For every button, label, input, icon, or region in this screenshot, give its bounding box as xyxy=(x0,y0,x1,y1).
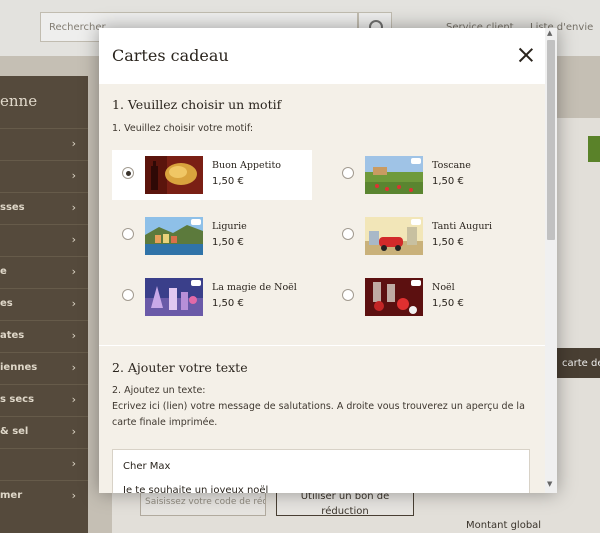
motif-name: La magie de Noël xyxy=(212,282,297,293)
motif-price: 1,50 € xyxy=(212,176,244,187)
gift-card-modal: Cartes cadeau ▲ ▼ 1. Veuillez choisir un… xyxy=(99,28,557,493)
motif-option-toscane[interactable]: Toscane 1,50 € xyxy=(332,150,532,200)
motif-name: Buon Appetito xyxy=(212,160,281,171)
motif-option-noel[interactable]: Noël 1,50 € xyxy=(332,272,532,322)
scroll-up-icon[interactable]: ▲ xyxy=(547,29,552,37)
motif-name: Noël xyxy=(432,282,455,293)
motif-thumbnail xyxy=(365,156,423,194)
section-text-subtitle: 2. Ajoutez un texte: xyxy=(112,385,206,396)
scrollbar-thumb[interactable] xyxy=(547,40,555,240)
motif-thumbnail xyxy=(145,217,203,255)
motif-option-ligurie[interactable]: Ligurie 1,50 € xyxy=(112,211,312,261)
message-textarea[interactable]: Cher Max Je te souhaite un joyeux noël xyxy=(112,449,530,493)
message-line: Cher Max xyxy=(123,461,171,472)
message-line: Je te souhaite un joyeux noël xyxy=(123,485,269,493)
motif-thumbnail xyxy=(145,278,203,316)
motif-radio[interactable] xyxy=(122,228,134,240)
motif-radio[interactable] xyxy=(122,289,134,301)
motif-radio[interactable] xyxy=(342,228,354,240)
motif-radio[interactable] xyxy=(342,289,354,301)
motif-radio[interactable] xyxy=(342,167,354,179)
motif-price: 1,50 € xyxy=(212,237,244,248)
motif-name: Toscane xyxy=(432,160,471,171)
section-text-description: Ecrivez ici (lien) votre message de salu… xyxy=(112,401,525,428)
motif-radio[interactable] xyxy=(122,167,134,179)
section-divider xyxy=(99,345,545,346)
motif-price: 1,50 € xyxy=(432,237,464,248)
motif-option-la-magie-de-noel[interactable]: La magie de Noël 1,50 € xyxy=(112,272,312,322)
section-text-title: 2. Ajouter votre texte xyxy=(112,360,248,375)
scroll-down-icon[interactable]: ▼ xyxy=(547,480,552,488)
motif-price: 1,50 € xyxy=(212,298,244,309)
motif-price: 1,50 € xyxy=(432,176,464,187)
motif-thumbnail xyxy=(145,156,203,194)
motif-name: Ligurie xyxy=(212,221,247,232)
motif-option-tanti-auguri[interactable]: Tanti Auguri 1,50 € xyxy=(332,211,532,261)
modal-title: Cartes cadeau xyxy=(112,46,229,65)
motif-thumbnail xyxy=(365,217,423,255)
section-motif-subtitle: 1. Veuillez choisir votre motif: xyxy=(112,123,254,134)
close-icon[interactable] xyxy=(516,45,536,65)
motif-price: 1,50 € xyxy=(432,298,464,309)
motif-option-buon-appetito[interactable]: Buon Appetito 1,50 € xyxy=(112,150,312,200)
modal-header: Cartes cadeau xyxy=(99,28,545,84)
motif-name: Tanti Auguri xyxy=(432,221,493,232)
modal-scrollbar[interactable]: ▲ ▼ xyxy=(545,28,557,493)
section-motif-title: 1. Veuillez choisir un motif xyxy=(112,97,282,112)
motif-thumbnail xyxy=(365,278,423,316)
